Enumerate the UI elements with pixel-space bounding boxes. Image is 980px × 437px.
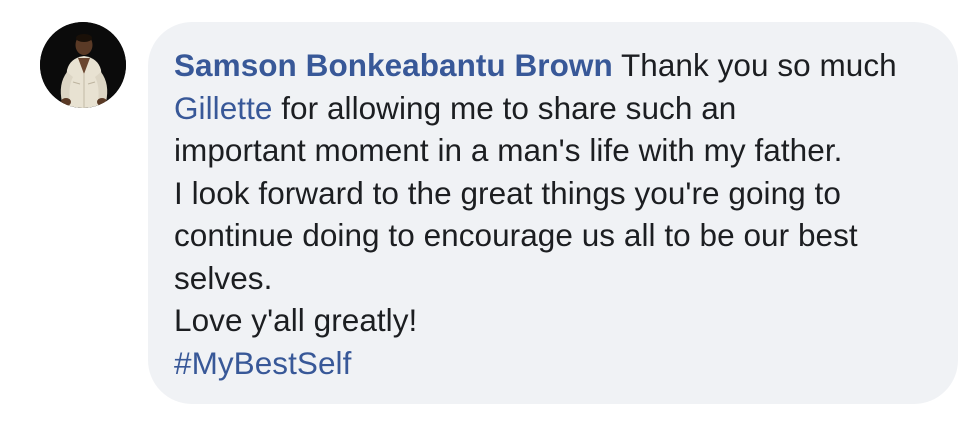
comment-line-2: Gillette for allowing me to share such a… xyxy=(174,87,938,130)
comment-line-1: Samson Bonkeabantu Brown Thank you so mu… xyxy=(174,44,938,87)
hashtag-link[interactable]: #MyBestSelf xyxy=(174,345,351,381)
comment-text-segment: for allowing me to share such an xyxy=(272,89,737,126)
avatar[interactable] xyxy=(40,22,126,108)
comment-author-link[interactable]: Samson Bonkeabantu Brown xyxy=(174,47,613,83)
comment-line-8: #MyBestSelf xyxy=(174,342,938,385)
comment-bubble: Samson Bonkeabantu Brown Thank you so mu… xyxy=(148,22,958,404)
comment-text-segment: Thank you so much xyxy=(612,47,897,83)
comment-line-7: Love y'all greatly! xyxy=(174,302,418,338)
comment-line-3: important moment in a man's life with my… xyxy=(174,132,843,168)
mention-link-gillette[interactable]: Gillette xyxy=(174,90,272,126)
comment-line-4: I look forward to the great things you'r… xyxy=(174,174,841,211)
comment-line-6: selves. xyxy=(174,259,273,296)
comment: Samson Bonkeabantu Brown Thank you so mu… xyxy=(0,0,980,437)
comment-line-5: continue doing to encourage us all to be… xyxy=(174,217,858,253)
profile-photo-icon xyxy=(40,22,126,108)
